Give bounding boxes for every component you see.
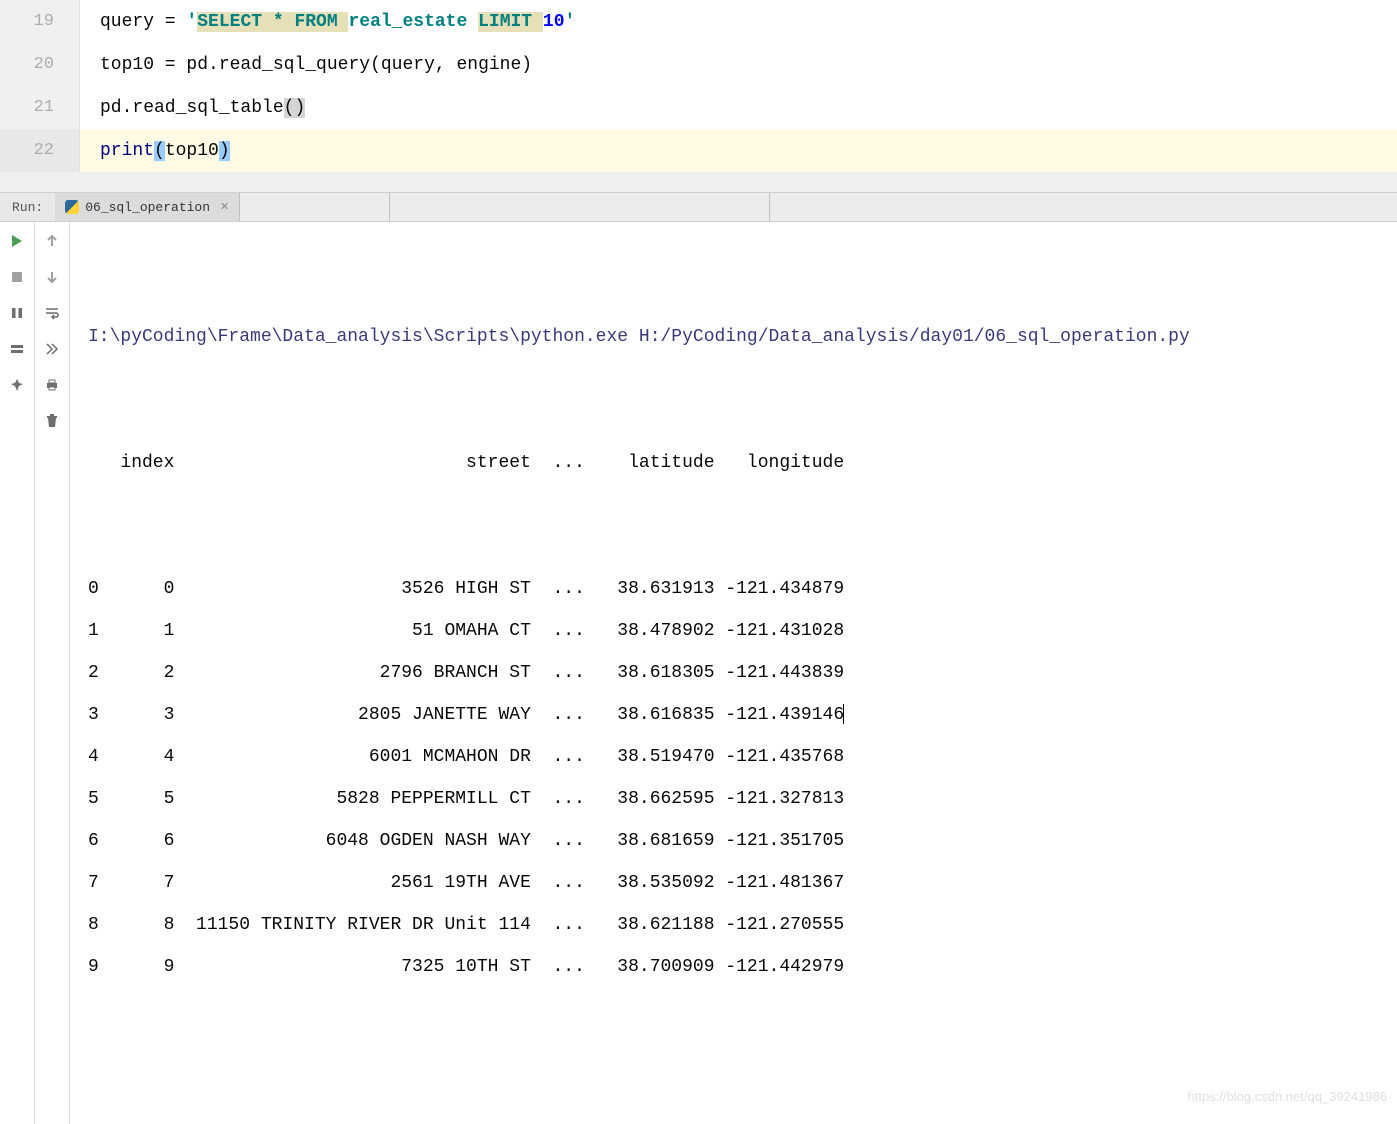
tab-divider (240, 193, 390, 221)
output-row: 9 9 7325 10TH ST ... 38.700909 -121.4429… (88, 946, 1379, 988)
tab-spacer (770, 193, 1397, 221)
command-line: I:\pyCoding\Frame\Data_analysis\Scripts\… (88, 316, 1379, 358)
print-button[interactable] (43, 376, 61, 394)
code-content[interactable]: print(top10) (80, 141, 230, 161)
code-line[interactable]: 19query = 'SELECT * FROM real_estate LIM… (0, 0, 1397, 43)
soft-wrap-button[interactable] (43, 304, 61, 322)
line-number: 19 (0, 0, 80, 43)
output-row: 7 7 2561 19TH AVE ... 38.535092 -121.481… (88, 862, 1379, 904)
code-editor[interactable]: 19query = 'SELECT * FROM real_estate LIM… (0, 0, 1397, 192)
code-content[interactable]: query = 'SELECT * FROM real_estate LIMIT… (80, 12, 575, 32)
layout-button[interactable] (8, 340, 26, 358)
run-button[interactable] (8, 232, 26, 250)
run-toolbar-left (0, 222, 35, 1124)
text-cursor (843, 704, 844, 724)
code-content[interactable]: pd.read_sql_table() (80, 98, 305, 118)
run-tab-label: 06_sql_operation (85, 200, 210, 215)
pause-button[interactable] (8, 304, 26, 322)
output-row: 3 3 2805 JANETTE WAY ... 38.616835 -121.… (88, 694, 1379, 736)
editor-spacer (0, 172, 1397, 192)
output-row: 6 6 6048 OGDEN NASH WAY ... 38.681659 -1… (88, 820, 1379, 862)
run-tool-window-body: I:\pyCoding\Frame\Data_analysis\Scripts\… (0, 222, 1397, 1124)
run-tab[interactable]: 06_sql_operation ✕ (55, 193, 240, 221)
code-line[interactable]: 22print(top10) (0, 129, 1397, 172)
code-line[interactable]: 20top10 = pd.read_sql_query(query, engin… (0, 43, 1397, 86)
close-icon[interactable]: ✕ (220, 200, 229, 214)
stop-button[interactable] (8, 268, 26, 286)
output-row: 8 8 11150 TRINITY RIVER DR Unit 114 ... … (88, 904, 1379, 946)
output-row: 0 0 3526 HIGH ST ... 38.631913 -121.4348… (88, 568, 1379, 610)
down-arrow-button[interactable] (43, 268, 61, 286)
delete-button[interactable] (43, 412, 61, 430)
output-row: 5 5 5828 PEPPERMILL CT ... 38.662595 -12… (88, 778, 1379, 820)
code-line[interactable]: 21pd.read_sql_table() (0, 86, 1397, 129)
output-row: 2 2 2796 BRANCH ST ... 38.618305 -121.44… (88, 652, 1379, 694)
python-file-icon (65, 200, 79, 214)
line-number: 21 (0, 86, 80, 129)
line-number: 22 (0, 129, 80, 172)
run-label: Run: (0, 193, 55, 221)
tab-divider (390, 193, 770, 221)
line-number: 20 (0, 43, 80, 86)
code-content[interactable]: top10 = pd.read_sql_query(query, engine) (80, 55, 532, 75)
run-tool-window-header: Run: 06_sql_operation ✕ (0, 192, 1397, 222)
output-row: 1 1 51 OMAHA CT ... 38.478902 -121.43102… (88, 610, 1379, 652)
watermark: https://blog.csdn.net/qq_39241986 (1188, 1076, 1388, 1118)
up-arrow-button[interactable] (43, 232, 61, 250)
console-output[interactable]: I:\pyCoding\Frame\Data_analysis\Scripts\… (70, 222, 1397, 1124)
run-toolbar-right (35, 222, 70, 1124)
output-row: 4 4 6001 MCMAHON DR ... 38.519470 -121.4… (88, 736, 1379, 778)
scroll-to-end-button[interactable] (43, 340, 61, 358)
pin-button[interactable] (8, 376, 26, 394)
output-header: index street ... latitude longitude (88, 442, 1379, 484)
